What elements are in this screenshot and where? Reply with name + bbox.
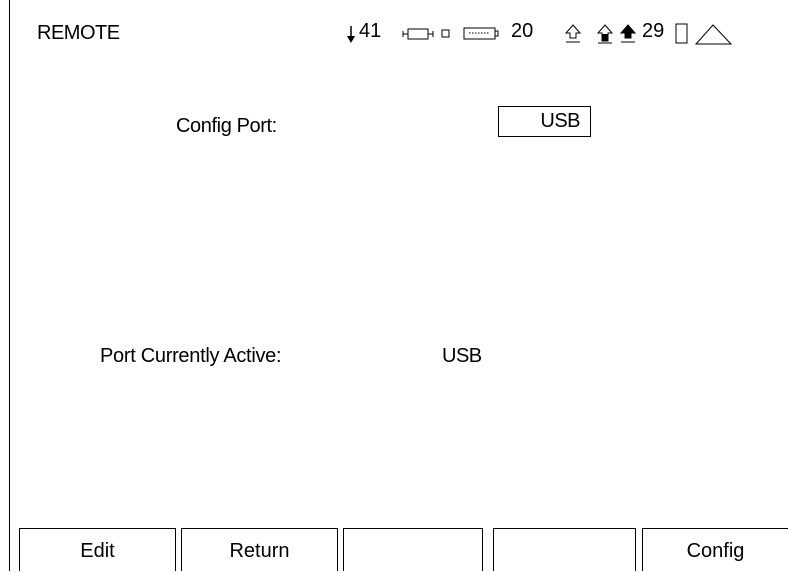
- status-value-1: 41: [359, 20, 382, 42]
- down-arrow-icon: [347, 26, 355, 43]
- softkey-label: Config: [686, 540, 745, 562]
- config-port-field[interactable]: USB: [498, 106, 591, 137]
- screen-title: REMOTE: [37, 22, 120, 44]
- instrument-screen: REMOTE 41 20 29 Config Port: USB Port Cu…: [9, 0, 788, 571]
- up-arrow-half-icon: [596, 24, 614, 44]
- status-value-2: 20: [511, 20, 534, 42]
- softkey-bar: Edit Return Config: [10, 528, 788, 571]
- softkey-label: Edit: [80, 540, 115, 562]
- up-arrow-filled-icon: [619, 24, 637, 43]
- softkey-3[interactable]: [343, 528, 483, 571]
- softkey-return[interactable]: Return: [181, 528, 338, 571]
- triangle-icon: [695, 24, 733, 45]
- softkey-config[interactable]: Config: [642, 528, 788, 571]
- small-square-icon: [441, 29, 450, 38]
- rectangle-icon: [675, 23, 688, 44]
- config-port-label: Config Port:: [176, 115, 277, 137]
- port-active-value: USB: [442, 345, 482, 367]
- softkey-edit[interactable]: Edit: [19, 528, 176, 571]
- softkey-label: Return: [229, 540, 290, 562]
- header-bar: REMOTE 41 20 29: [10, 0, 788, 62]
- status-value-3: 29: [642, 20, 665, 42]
- port-active-label: Port Currently Active:: [100, 345, 282, 367]
- up-arrow-outline-icon: [564, 24, 582, 43]
- connector-icon: [402, 28, 434, 40]
- softkey-4[interactable]: [493, 528, 636, 571]
- battery-icon: [463, 27, 499, 40]
